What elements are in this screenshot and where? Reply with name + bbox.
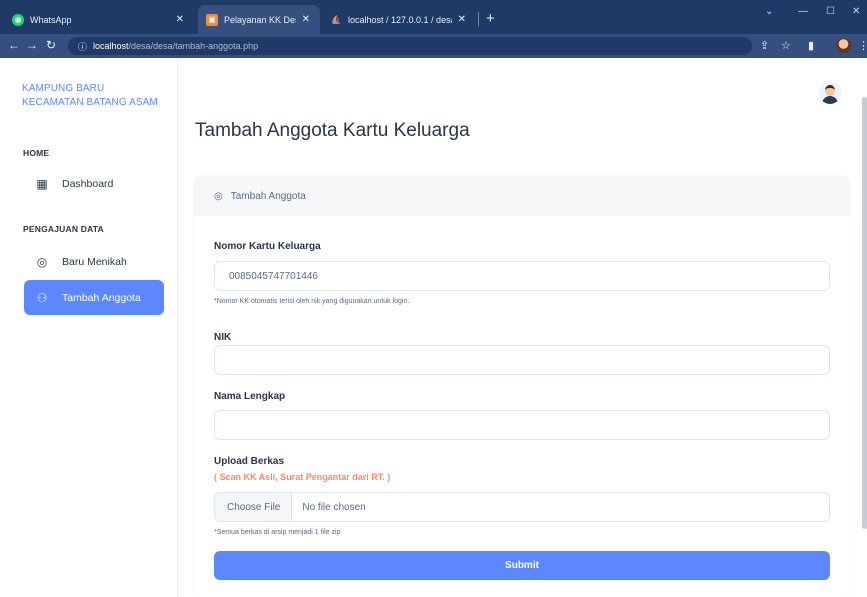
reload-icon[interactable]: ↻ — [46, 38, 56, 52]
nama-field[interactable] — [214, 410, 830, 440]
nik-field[interactable] — [214, 345, 830, 375]
user-plus-icon: ⚇ — [36, 290, 48, 305]
brand-line-2: KECAMATAN BATANG ASAM — [22, 97, 158, 108]
kk-label: Nomor Kartu Keluarga — [214, 241, 321, 252]
card-header-title: Tambah Anggota — [230, 190, 306, 202]
chevron-down-icon[interactable]: ⌄ — [765, 6, 773, 17]
app-favicon: ▣ — [206, 13, 218, 26]
tab-whatsapp[interactable]: ◉ WhatsApp ✕ — [4, 5, 194, 34]
upload-label: Upload Berkas — [214, 456, 285, 467]
info-icon[interactable]: ⓘ — [78, 40, 87, 53]
close-window-icon[interactable]: ✕ — [852, 6, 860, 17]
upload-note-close: ) — [387, 472, 391, 482]
close-icon[interactable]: ✕ — [302, 14, 310, 25]
profile-avatar-icon[interactable] — [836, 38, 851, 53]
sidebar: KAMPUNG BARU KECAMATAN BATANG ASAM HOME … — [0, 58, 178, 597]
choose-file-button[interactable]: Choose File — [215, 493, 293, 521]
card-header: ◎ Tambah Anggota — [194, 176, 850, 216]
minimize-icon[interactable]: — — [798, 6, 808, 17]
circle-icon: ◎ — [214, 190, 223, 202]
url-host: localhost — [93, 41, 129, 51]
sidepanel-icon[interactable]: ▮ — [808, 39, 814, 52]
section-pengajuan-caption: PENGAJUAN DATA — [23, 224, 104, 234]
tab-title: Pelayanan KK Desa — [224, 14, 296, 25]
tab-title: WhatsApp — [30, 14, 72, 25]
upload-note-text: Scan KK Asli, Surat Pengantar dari RT. — [217, 472, 388, 482]
brand[interactable]: KAMPUNG BARU KECAMATAN BATANG ASAM — [22, 82, 158, 110]
tab-separator — [478, 12, 479, 26]
submit-button[interactable]: Submit — [214, 551, 830, 580]
kk-value: 0085045747701446 — [229, 270, 318, 282]
nama-label: Nama Lengkap — [214, 391, 286, 402]
tab-title: localhost / 127.0.0.1 / desa | php — [348, 14, 452, 25]
tab-pelayanan-kk[interactable]: ▣ Pelayanan KK Desa ✕ — [198, 5, 320, 34]
url-input[interactable]: ⓘ localhost/desa/desa/tambah-anggota.php — [68, 37, 752, 55]
upload-note: ( Scan KK Asli, Surat Pengantar dari RT.… — [214, 472, 390, 482]
nik-label: NIK — [214, 332, 232, 343]
dashboard-icon: ▦ — [36, 176, 48, 191]
kebab-menu-icon[interactable]: ⋮ — [858, 39, 867, 52]
close-icon[interactable]: ✕ — [458, 14, 466, 25]
user-circle-icon: ◎ — [36, 254, 48, 269]
brand-line-1: KAMPUNG BARU — [22, 83, 105, 94]
forward-icon[interactable]: → — [26, 38, 38, 52]
kk-field[interactable]: 0085045747701446 — [214, 261, 830, 291]
new-tab-icon[interactable]: + — [486, 10, 495, 27]
close-icon[interactable]: ✕ — [176, 14, 184, 25]
section-home-caption: HOME — [23, 148, 50, 158]
file-name-text: No file chosen — [302, 501, 366, 513]
page-title: Tambah Anggota Kartu Keluarga — [195, 120, 470, 141]
sidebar-item-baru-menikah[interactable]: ◎ Baru Menikah — [24, 244, 164, 279]
file-upload-input[interactable]: Choose File No file chosen — [214, 492, 830, 522]
kk-help: *Nomor KK otomatis terisi oleh nik yang … — [214, 298, 410, 305]
sidebar-item-label: Dashboard — [62, 177, 114, 190]
url-path: /desa/desa/tambah-anggota.php — [128, 41, 259, 51]
avatar[interactable] — [819, 82, 841, 104]
share-icon[interactable]: ⇪ — [760, 39, 769, 52]
sidebar-item-dashboard[interactable]: ▦ Dashboard — [24, 166, 164, 201]
browser-tab-bar: ◉ WhatsApp ✕ ▣ Pelayanan KK Desa ✕ ⛵ loc… — [0, 0, 867, 34]
scrollbar[interactable] — [862, 97, 867, 529]
sidebar-item-label: Tambah Anggota — [62, 291, 141, 304]
phpmyadmin-icon: ⛵ — [331, 15, 341, 24]
maximize-icon[interactable]: ☐ — [826, 6, 835, 17]
star-icon[interactable]: ☆ — [781, 39, 791, 52]
upload-help: *Semua berkas di arsip menjadi 1 file zi… — [214, 529, 341, 536]
sidebar-item-tambah-anggota[interactable]: ⚇ Tambah Anggota — [24, 280, 164, 315]
back-icon[interactable]: ← — [8, 38, 20, 52]
address-bar-row: ← → ↻ ⓘ localhost/desa/desa/tambah-anggo… — [0, 34, 867, 58]
tab-phpmyadmin[interactable]: ⛵ localhost / 127.0.0.1 / desa | php ✕ — [322, 5, 476, 34]
whatsapp-icon: ◉ — [12, 13, 24, 26]
sidebar-item-label: Baru Menikah — [62, 255, 127, 268]
